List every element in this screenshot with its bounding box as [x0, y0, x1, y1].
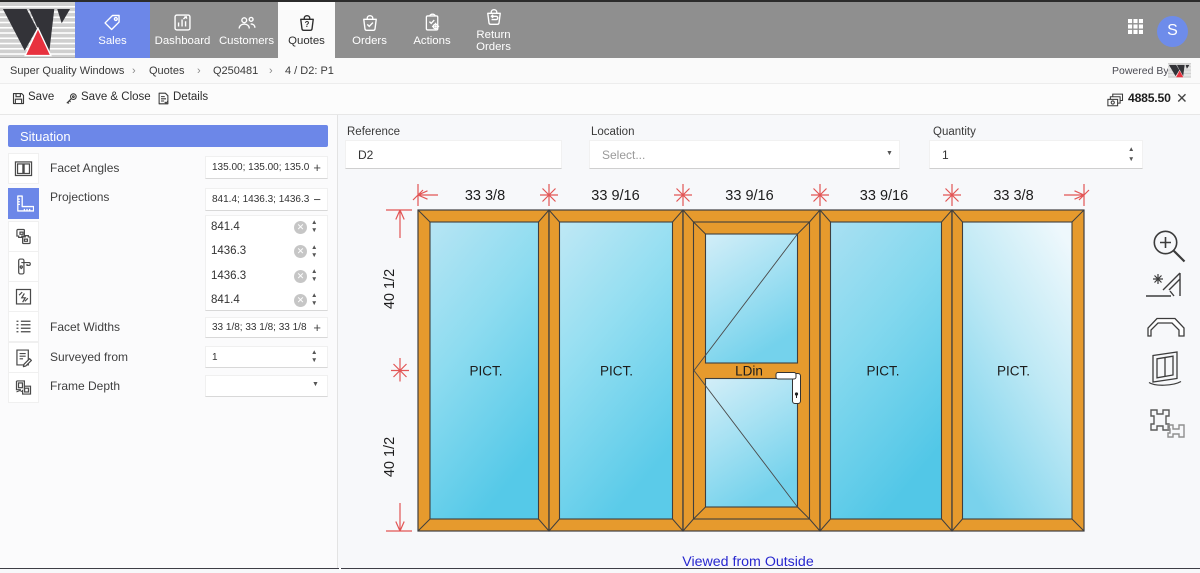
svg-text:PICT.: PICT. — [997, 364, 1030, 379]
svg-text:LDin: LDin — [735, 364, 763, 379]
svg-text:40 1/2: 40 1/2 — [382, 269, 398, 309]
svg-text:PICT.: PICT. — [600, 364, 633, 379]
svg-text:33 3/8: 33 3/8 — [993, 188, 1033, 204]
svg-text:33 9/16: 33 9/16 — [725, 188, 773, 204]
svg-text:33 3/8: 33 3/8 — [465, 188, 505, 204]
svg-text:PICT.: PICT. — [469, 364, 502, 379]
svg-text:33 9/16: 33 9/16 — [591, 188, 639, 204]
svg-text:?: ? — [304, 20, 309, 29]
svg-text:40 1/2: 40 1/2 — [382, 437, 398, 477]
svg-text:33 9/16: 33 9/16 — [860, 188, 908, 204]
svg-text:PICT.: PICT. — [866, 364, 899, 379]
